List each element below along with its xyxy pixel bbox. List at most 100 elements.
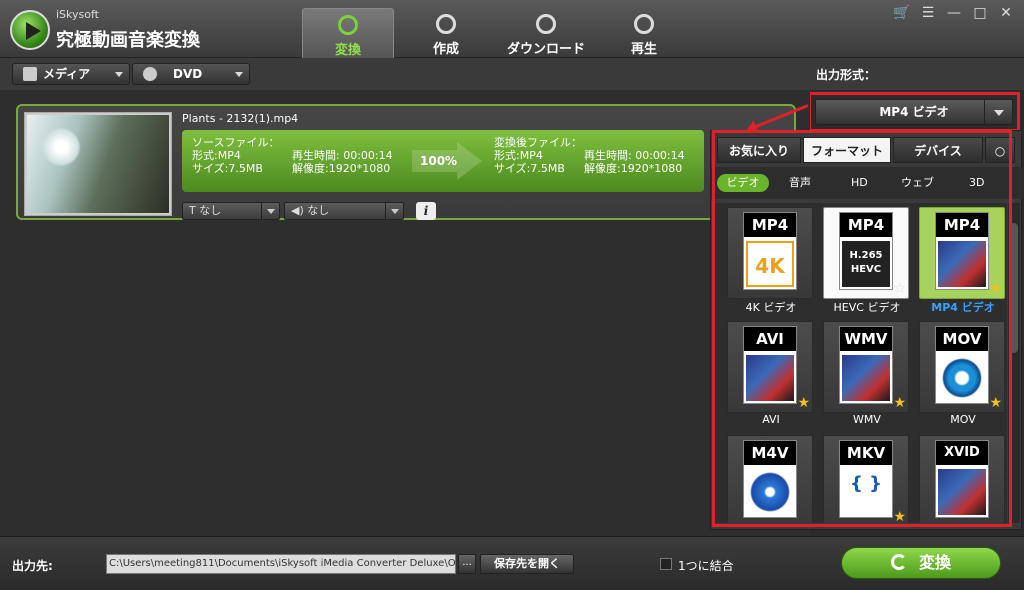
format-label: MP4 ビデオ: [931, 301, 995, 314]
target-size: サイズ:7.5MB: [494, 162, 565, 175]
format-card-xvid[interactable]: XVID: [919, 435, 1005, 523]
film-reel-icon: [938, 241, 986, 287]
chevron-down-icon: [385, 203, 403, 219]
tab-convert[interactable]: 変換: [302, 8, 394, 58]
audio-track-select[interactable]: ◀) なし: [284, 202, 404, 220]
format-label: AVI: [762, 413, 780, 426]
chevron-down-icon: [261, 203, 279, 219]
tab-format[interactable]: フォーマット: [803, 137, 891, 163]
tab-play-label: 再生: [630, 42, 657, 57]
format-label: 4K ビデオ: [745, 301, 797, 314]
play-icon: [634, 14, 654, 34]
format-sub-tabs: ビデオ 音声 HD ウェブ 3D: [711, 167, 1023, 199]
source-heading: ソースファイル：: [192, 136, 280, 149]
output-format-highlight: MP4 ビデオ: [808, 92, 1020, 132]
source-duration: 再生時間: 00:00:14: [292, 149, 393, 162]
format-badge: MOV: [936, 327, 988, 351]
chevron-down-icon: [115, 72, 123, 77]
favorite-star-icon[interactable]: ★: [893, 510, 906, 523]
menu-icon[interactable]: ☰: [918, 4, 938, 22]
search-icon[interactable]: ○: [985, 137, 1015, 163]
close-icon[interactable]: ✕: [996, 4, 1016, 22]
subtab-3d[interactable]: 3D: [963, 174, 990, 192]
format-badge: XVID: [936, 441, 988, 465]
4k-icon: 4K: [746, 241, 794, 287]
format-badge: WMV: [840, 327, 892, 351]
film-reel-icon: [842, 355, 890, 401]
tab-convert-label: 変換: [334, 43, 361, 58]
category-tabs: お気に入り フォーマット デバイス ○: [711, 137, 1023, 163]
target-resolution: 解像度:1920*1080: [584, 162, 683, 175]
subtab-web[interactable]: ウェブ: [895, 174, 940, 192]
format-badge: MP4: [936, 213, 988, 237]
subtab-video[interactable]: ビデオ: [717, 174, 769, 192]
film-disc-icon: [746, 355, 794, 401]
disc-icon: [436, 14, 456, 34]
brand-name: iSkysoft: [56, 8, 99, 21]
info-button[interactable]: i: [416, 202, 436, 220]
format-card-mov[interactable]: MOV ★: [919, 321, 1005, 413]
favorite-star-icon[interactable]: ★: [989, 396, 1002, 410]
format-label: HEVC ビデオ: [833, 301, 901, 314]
tab-download-label: ダウンロード: [506, 42, 585, 57]
target-format: 形式:MP4: [494, 149, 543, 162]
video-thumbnail[interactable]: [24, 112, 172, 216]
format-card-avi[interactable]: AVI ★: [727, 321, 813, 413]
add-media-button[interactable]: メディア: [12, 63, 130, 85]
conversion-info: ソースファイル： 形式:MP4 サイズ:7.5MB 再生時間: 00:00:14…: [182, 130, 704, 192]
tab-device[interactable]: デバイス: [893, 137, 983, 163]
favorite-star-icon[interactable]: ★: [797, 396, 810, 410]
tab-favorites[interactable]: お気に入り: [717, 137, 801, 163]
format-badge: M4V: [744, 441, 796, 465]
maximize-icon[interactable]: □: [970, 4, 990, 22]
browse-button[interactable]: ...: [458, 554, 476, 574]
output-path-field[interactable]: C:\Users\meeting811\Documents\iSkysoft i…: [106, 554, 456, 574]
format-card-wmv[interactable]: WMV ★: [823, 321, 909, 413]
output-format-value: MP4 ビデオ: [879, 105, 949, 119]
format-card-hevc[interactable]: MP4 H.265 HEVC ☆: [823, 207, 909, 299]
format-label: WMV: [853, 413, 881, 426]
format-card-mkv[interactable]: MKV { } ★: [823, 435, 909, 523]
merge-checkbox[interactable]: [660, 558, 672, 570]
app-logo-icon: [10, 10, 50, 50]
bottom-bar: 出力先: C:\Users\meeting811\Documents\iSkys…: [0, 536, 1024, 590]
output-format-header: 出力形式：: [810, 58, 1024, 90]
refresh-icon: [338, 15, 358, 35]
output-format-select[interactable]: MP4 ビデオ: [815, 99, 1013, 125]
subtitle-select-value: T なし: [189, 204, 222, 217]
tab-create[interactable]: 作成: [400, 8, 492, 58]
add-dvd-label: DVD: [173, 67, 203, 81]
source-format: 形式:MP4: [192, 149, 241, 162]
format-card-m4v[interactable]: M4V: [727, 435, 813, 523]
cart-icon[interactable]: 🛒: [892, 4, 912, 22]
file-item[interactable]: Plants - 2132(1).mp4 ソースファイル： 形式:MP4 サイズ…: [16, 104, 796, 220]
output-folder-label: 出力先:: [12, 559, 53, 573]
convert-button[interactable]: 変換: [841, 547, 1001, 579]
subtitle-select[interactable]: T なし: [182, 202, 280, 220]
favorite-star-icon[interactable]: ★: [989, 282, 1002, 296]
open-destination-button[interactable]: 保存先を開く: [480, 554, 574, 574]
add-media-label: メディア: [43, 67, 91, 81]
format-popup: お気に入り フォーマット デバイス ○ ビデオ 音声 HD ウェブ 3D MP4…: [710, 130, 1023, 530]
download-icon: [536, 14, 556, 34]
tab-play[interactable]: 再生: [598, 8, 690, 58]
subtab-audio[interactable]: 音声: [783, 174, 817, 192]
format-badge: AVI: [744, 327, 796, 351]
favorite-star-icon[interactable]: ★: [893, 396, 906, 410]
title-bar: iSkysoft 究極動画音楽変換 変換 作成 ダウンロード 再生 🛒 ☰ — …: [0, 0, 1024, 58]
dvd-icon: [143, 67, 157, 81]
format-card-mp4[interactable]: MP4 ★: [919, 207, 1005, 299]
file-list: Plants - 2132(1).mp4 ソースファイル： 形式:MP4 サイズ…: [0, 90, 810, 536]
merge-label: 1つに結合: [678, 559, 734, 573]
tab-download[interactable]: ダウンロード: [498, 8, 594, 58]
add-dvd-button[interactable]: DVD: [132, 63, 250, 85]
conversion-progress: 100%: [420, 154, 458, 168]
chevron-down-icon[interactable]: [984, 100, 1012, 124]
subtab-hd[interactable]: HD: [845, 174, 874, 192]
format-grid: MP4 4K 4K ビデオ MP4 H.265 HEVC ☆ HEVC ビデオ …: [715, 203, 1007, 523]
format-card-4k[interactable]: MP4 4K: [727, 207, 813, 299]
format-grid-scrollbar[interactable]: [1008, 203, 1020, 523]
minimize-icon[interactable]: —: [944, 4, 964, 22]
refresh-icon: [890, 554, 907, 570]
favorite-star-icon[interactable]: ☆: [893, 282, 906, 296]
